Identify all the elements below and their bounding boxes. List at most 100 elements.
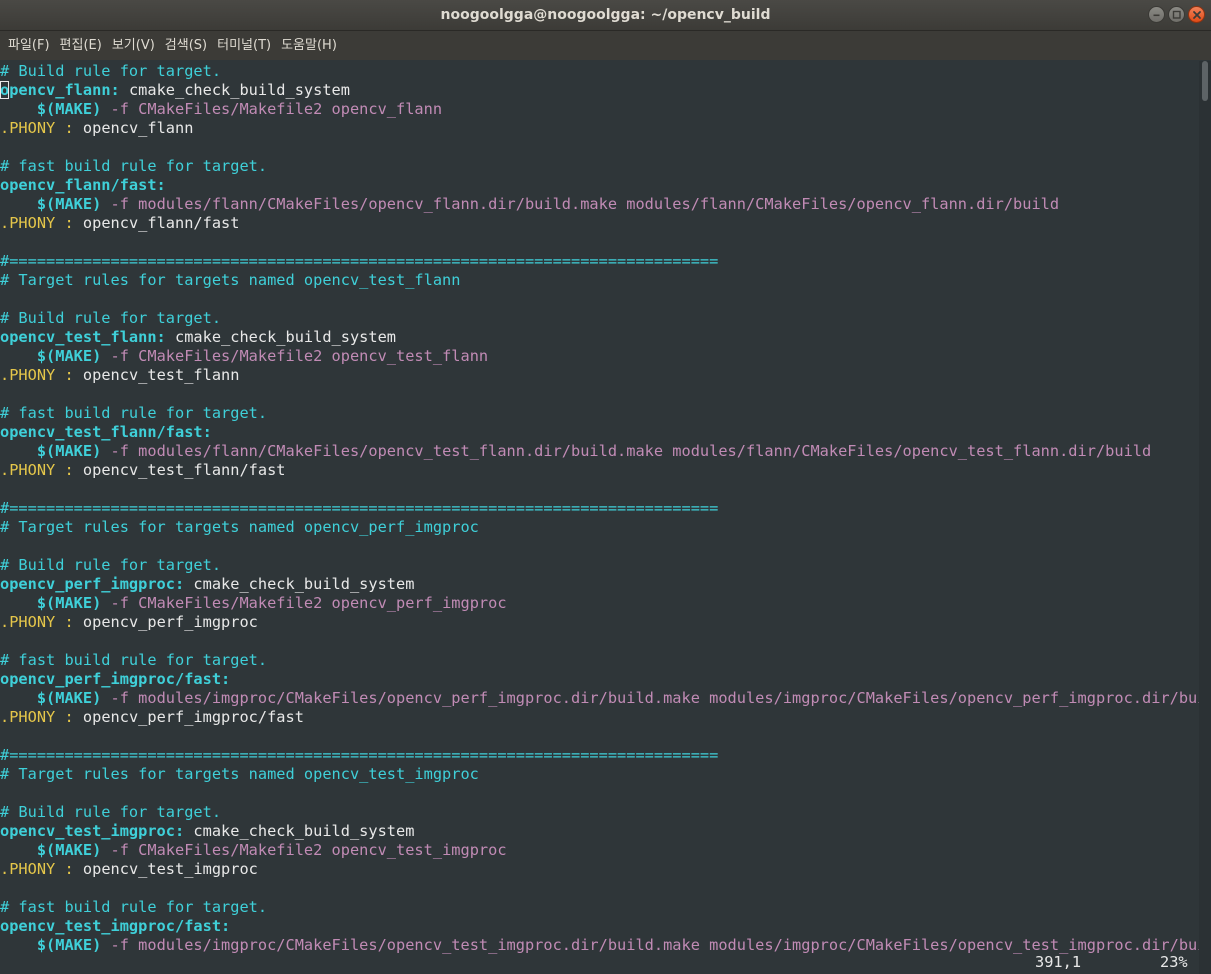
terminal-line: .PHONY : opencv_flann/fast [0, 214, 1199, 233]
terminal-line: # fast build rule for target. [0, 404, 1199, 423]
menu-bar: 파일(F) 편집(E) 보기(V) 검색(S) 터미널(T) 도움말(H) [0, 31, 1211, 60]
line-segment [0, 936, 37, 954]
line-segment: opencv_test_flann/fast: [0, 423, 212, 441]
terminal-line: # fast build rule for target. [0, 651, 1199, 670]
line-segment: $(MAKE) [36, 594, 102, 612]
line-segment: opencv_test_flann [73, 366, 240, 384]
terminal-line: $(MAKE) -f CMakeFiles/Makefile2 opencv_f… [0, 100, 1199, 119]
terminal-line: opencv_test_imgproc/fast: [0, 917, 1199, 936]
line-segment: : [64, 708, 74, 726]
line-segment: -f CMakeFiles/Makefile2 opencv_test_flan… [101, 347, 489, 365]
line-segment: opencv_test_flann/fast [73, 461, 286, 479]
line-segment: .PHONY [0, 119, 56, 137]
line-segment: # fast build rule for target. [0, 651, 268, 669]
terminal-line: #=======================================… [0, 252, 1199, 271]
line-segment: : [64, 366, 74, 384]
window-controls [1148, 6, 1205, 24]
line-segment: -f modules/imgproc/CMakeFiles/opencv_tes… [101, 936, 1199, 954]
line-segment: : [64, 461, 74, 479]
line-segment: .PHONY [0, 461, 56, 479]
line-segment [0, 100, 37, 118]
terminal-line: opencv_test_flann: cmake_check_build_sys… [0, 328, 1199, 347]
terminal-line: #=======================================… [0, 746, 1199, 765]
vim-status-line: 391,1 23% [0, 953, 1199, 972]
line-segment: cmake_check_build_system [165, 328, 397, 346]
line-segment: .PHONY [0, 708, 56, 726]
menu-help[interactable]: 도움말(H) [277, 31, 341, 60]
line-segment: $(MAKE) [36, 442, 102, 460]
line-segment: $(MAKE) [36, 689, 102, 707]
line-segment: : [64, 214, 74, 232]
maximize-button[interactable] [1168, 6, 1185, 23]
line-segment: opencv_test_imgproc: [0, 822, 185, 840]
minimize-icon [1153, 14, 1160, 17]
terminal-line: # Target rules for targets named opencv_… [0, 765, 1199, 784]
line-segment: -f modules/imgproc/CMakeFiles/opencv_per… [101, 689, 1199, 707]
line-segment: $(MAKE) [36, 347, 102, 365]
line-segment: : [64, 119, 74, 137]
menu-edit[interactable]: 편집(E) [56, 31, 106, 60]
terminal-line: opencv_test_imgproc: cmake_check_build_s… [0, 822, 1199, 841]
line-segment: -f modules/flann/CMakeFiles/opencv_test_… [101, 442, 1152, 460]
line-segment: -f CMakeFiles/Makefile2 opencv_flann [101, 100, 443, 118]
text-cursor: o [0, 81, 10, 99]
line-segment: opencv_flann/fast [73, 214, 240, 232]
line-segment: # Build rule for target. [0, 62, 222, 80]
line-segment: .PHONY [0, 613, 56, 631]
terminal-line: .PHONY : opencv_test_flann [0, 366, 1199, 385]
terminal-line: .PHONY : opencv_perf_imgproc/fast [0, 708, 1199, 727]
menu-view[interactable]: 보기(V) [108, 31, 159, 60]
menu-search[interactable]: 검색(S) [161, 31, 211, 60]
line-segment: opencv_perf_imgproc: [0, 575, 185, 593]
scrollbar-thumb[interactable] [1202, 61, 1208, 101]
terminal-line: opencv_flann: cmake_check_build_system [0, 81, 1199, 100]
line-segment [0, 442, 37, 460]
title-bar[interactable]: noogoolgga@noogoolgga: ~/opencv_build [0, 0, 1211, 31]
terminal-content[interactable]: # Build rule for target. opencv_flann: cm… [0, 61, 1199, 974]
line-segment: : [64, 613, 74, 631]
menu-file[interactable]: 파일(F) [4, 31, 54, 60]
line-segment: opencv_flann [73, 119, 194, 137]
terminal-line: opencv_perf_imgproc: cmake_check_build_s… [0, 575, 1199, 594]
minimize-button[interactable] [1148, 6, 1165, 23]
line-segment: : [64, 860, 74, 878]
menu-terminal[interactable]: 터미널(T) [213, 31, 275, 60]
terminal-window: noogoolgga@noogoolgga: ~/opencv_build 파일… [0, 0, 1211, 974]
cursor-position: 391,1 [1035, 953, 1082, 971]
line-segment: opencv_test_imgproc [73, 860, 258, 878]
line-segment [0, 841, 37, 859]
line-segment [0, 347, 37, 365]
terminal-line: # fast build rule for target. [0, 157, 1199, 176]
close-button[interactable] [1188, 6, 1205, 23]
line-segment: # fast build rule for target. [0, 898, 268, 916]
line-segment: pencv_flann: [9, 81, 120, 99]
line-segment: # fast build rule for target. [0, 404, 268, 422]
terminal-line: # Target rules for targets named opencv_… [0, 518, 1199, 537]
terminal-line: opencv_test_flann/fast: [0, 423, 1199, 442]
terminal-line: # Build rule for target. [0, 309, 1199, 328]
line-segment: # Build rule for target. [0, 556, 222, 574]
line-segment: cmake_check_build_system [119, 81, 350, 99]
scrollbar[interactable] [1199, 61, 1211, 974]
terminal-line: #=======================================… [0, 499, 1199, 518]
window-title: noogoolgga@noogoolgga: ~/opencv_build [440, 7, 771, 23]
terminal-line: .PHONY : opencv_test_flann/fast [0, 461, 1199, 480]
line-segment: opencv_test_flann: [0, 328, 166, 346]
terminal-line: $(MAKE) -f CMakeFiles/Makefile2 opencv_t… [0, 841, 1199, 860]
line-segment: cmake_check_build_system [184, 575, 415, 593]
line-segment: # Target rules for targets named opencv_… [0, 271, 461, 289]
line-segment: cmake_check_build_system [184, 822, 415, 840]
line-segment: -f CMakeFiles/Makefile2 opencv_perf_imgp… [101, 594, 507, 612]
line-segment: $(MAKE) [36, 841, 102, 859]
terminal-line: $(MAKE) -f CMakeFiles/Makefile2 opencv_p… [0, 594, 1199, 613]
line-segment: #=======================================… [0, 746, 719, 764]
terminal-line: opencv_perf_imgproc/fast: [0, 670, 1199, 689]
terminal-line: # Build rule for target. [0, 556, 1199, 575]
